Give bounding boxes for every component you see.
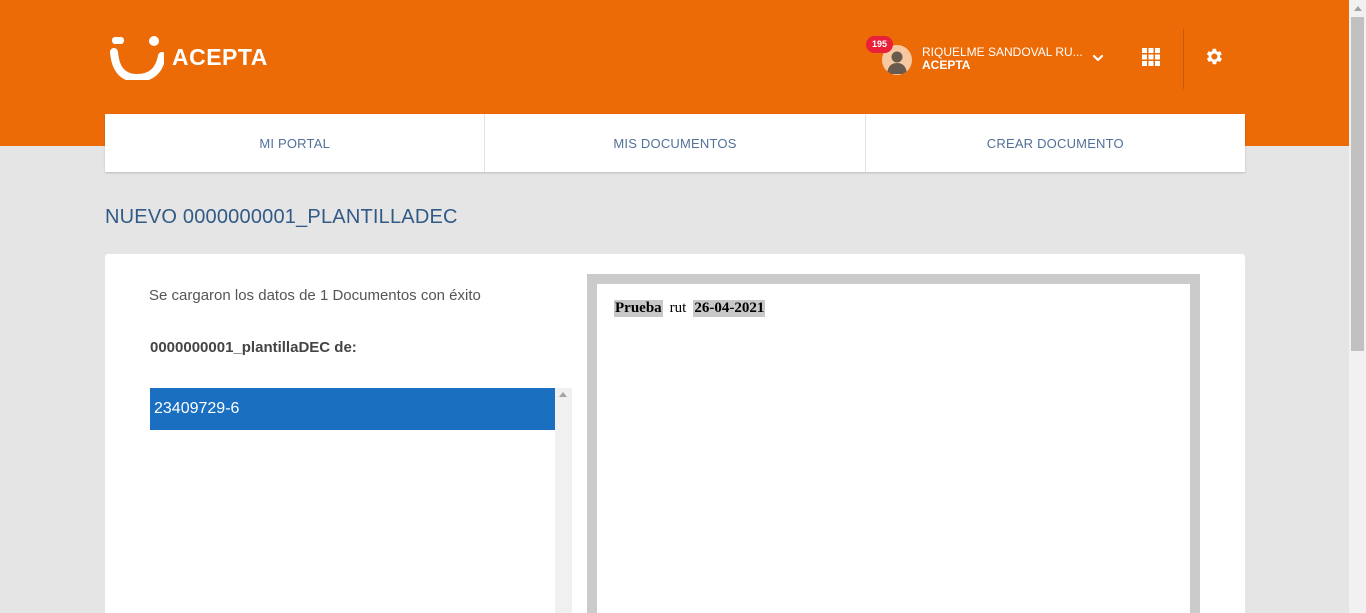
recipient-list[interactable]: 23409729-6 xyxy=(150,388,572,613)
user-info: RIQUELME SANDOVAL RU... ACEPTA xyxy=(922,45,1083,72)
document-label: 0000000001_plantillaDEC de: xyxy=(150,339,357,356)
document-preview: Prueba rut 26-04-2021 xyxy=(597,284,1190,613)
page: ACEPTA 195 RIQUELME SANDOVAL RU... ACEPT… xyxy=(0,0,1366,613)
apps-grid-icon[interactable] xyxy=(1142,48,1160,66)
preview-text-rut: rut xyxy=(669,300,687,316)
acepta-logo-icon xyxy=(110,36,164,80)
document-preview-frame: Prueba rut 26-04-2021 xyxy=(587,274,1200,613)
main-nav-tabs: MI PORTAL MIS DOCUMENTOS CREAR DOCUMENTO xyxy=(105,114,1245,172)
user-menu[interactable]: RIQUELME SANDOVAL RU... ACEPTA xyxy=(866,36,1083,76)
scroll-up-arrow-icon[interactable] xyxy=(1354,6,1362,11)
preview-field-prueba: Prueba xyxy=(614,300,663,317)
user-org: ACEPTA xyxy=(922,57,971,72)
preview-line: Prueba rut 26-04-2021 xyxy=(614,300,766,317)
window-scrollbar[interactable] xyxy=(1349,0,1366,613)
list-scrollbar[interactable] xyxy=(555,388,572,613)
header-separator xyxy=(1183,29,1184,89)
page-title: NUEVO 0000000001_PLANTILLADEC xyxy=(105,206,458,228)
scroll-up-arrow-icon[interactable] xyxy=(559,392,567,397)
chevron-down-icon[interactable] xyxy=(1091,51,1105,65)
scrollbar-thumb[interactable] xyxy=(1351,17,1364,351)
preview-field-date: 26-04-2021 xyxy=(693,300,766,317)
tab-crear-documento[interactable]: CREAR DOCUMENTO xyxy=(866,114,1245,172)
list-item[interactable]: 23409729-6 xyxy=(150,388,555,430)
gear-icon[interactable] xyxy=(1203,46,1224,67)
logo-text: ACEPTA xyxy=(172,43,268,70)
tab-mi-portal[interactable]: MI PORTAL xyxy=(105,114,486,172)
notification-badge[interactable]: 195 xyxy=(866,36,894,53)
acepta-logo[interactable]: ACEPTA xyxy=(110,34,268,80)
user-name: RIQUELME SANDOVAL RU... xyxy=(922,44,1083,59)
status-message: Se cargaron los datos de 1 Documentos co… xyxy=(149,287,481,304)
tab-mis-documentos[interactable]: MIS DOCUMENTOS xyxy=(485,114,866,172)
